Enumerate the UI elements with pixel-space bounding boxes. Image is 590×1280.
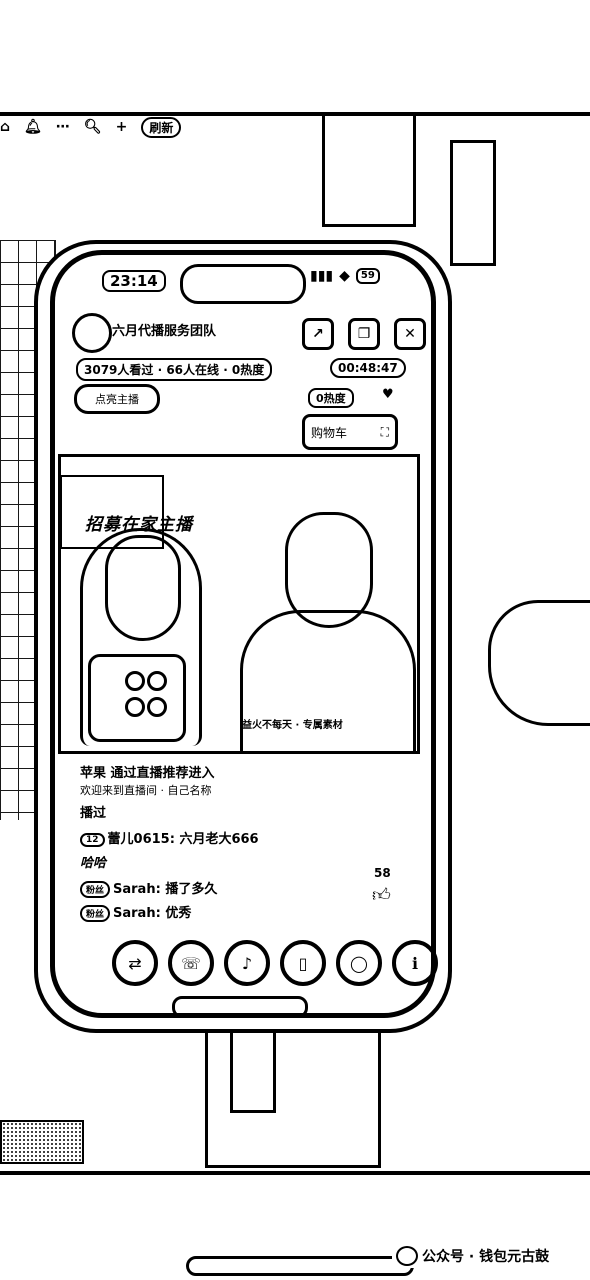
status-icons: ▮▮▮ ◆ 59 — [310, 268, 380, 284]
signal-icon: ▮▮▮ — [310, 268, 334, 284]
host-name[interactable]: 六月代播服务团队 — [112, 320, 216, 339]
user-icon: ⌂ — [0, 119, 11, 135]
cart-button[interactable]: 购物车 ⛶ — [302, 414, 398, 450]
camera-icon[interactable]: ◯ — [336, 940, 382, 986]
more-icon: ⋯ — [55, 119, 70, 135]
camera-lens-icon — [147, 671, 167, 691]
dynamic-island — [180, 264, 306, 304]
share-icon[interactable]: ↗ — [302, 318, 334, 350]
phone-icon[interactable]: ☏ — [168, 940, 214, 986]
comment-item: 欢迎来到直播间 · 自己名称 — [80, 784, 212, 797]
thumbs-up-icon[interactable]: 👍︎ — [372, 884, 391, 906]
info-icon[interactable]: ℹ — [392, 940, 438, 986]
comment-item: 粉丝 Sarah: 播了多久 — [80, 878, 217, 898]
like-count: 58 — [374, 866, 391, 880]
comment-text: 优秀 — [165, 906, 192, 921]
plus-icon: + — [115, 119, 128, 135]
comment-user: Sarah — [113, 882, 156, 897]
stand-cable — [230, 1030, 276, 1113]
person-right-body — [240, 610, 416, 753]
window-icon[interactable]: ❐ — [348, 318, 380, 350]
wall-block — [322, 114, 416, 227]
status-time: 23:14 — [102, 270, 166, 292]
comment-user: Sarah — [113, 906, 156, 921]
hand-shape — [488, 600, 590, 726]
battery-icon: 59 — [355, 268, 380, 284]
video-caption: 益火不每天 · 专属素材 — [242, 720, 343, 731]
music-icon[interactable]: ♪ — [224, 940, 270, 986]
comment-item: 12 蕾儿0615: 六月老大666 — [80, 828, 259, 847]
wechat-icon — [396, 1246, 418, 1266]
comment-user: 蕾儿0615 — [107, 832, 170, 847]
scroll-indicator[interactable] — [186, 1256, 414, 1276]
comment-text: 播了多久 — [165, 882, 218, 897]
footer-text: 公众号 · 钱包元古鼓 — [422, 1249, 550, 1265]
heat-badge: 0热度 — [308, 388, 354, 408]
video-title-overlay: 招募在家主播 — [85, 515, 193, 535]
cart-label: 购物车 — [311, 425, 348, 440]
follow-button[interactable]: 点亮主播 — [74, 384, 160, 414]
host-avatar[interactable] — [72, 313, 112, 353]
footer-credit: 公众号 · 钱包元古鼓 — [392, 1244, 554, 1268]
held-phone — [88, 654, 186, 742]
person-right-face — [285, 512, 373, 628]
desk-mat — [0, 1120, 84, 1164]
wifi-icon: ◆ — [339, 268, 350, 284]
clipboard-icon[interactable]: ▯ — [280, 940, 326, 986]
comment-item: 粉丝 Sarah: 优秀 — [80, 902, 191, 922]
wall-block-2 — [450, 140, 496, 266]
comment-item: 哈哈 — [80, 856, 107, 871]
bell-icon: 🔔︎ — [24, 119, 42, 135]
comment-item: 苹果 通过直播推荐进入 — [80, 766, 215, 781]
camera-lens-icon — [125, 671, 145, 691]
close-icon[interactable]: ✕ — [394, 318, 426, 350]
person-left-face — [105, 535, 181, 641]
home-indicator[interactable] — [172, 996, 308, 1018]
fan-badge: 粉丝 — [80, 881, 111, 898]
share-icon[interactable]: ⇄ — [112, 940, 158, 986]
live-timer: 00:48:47 — [330, 358, 406, 378]
cart-icon: ⛶ — [380, 424, 389, 439]
fan-badge: 粉丝 — [80, 905, 111, 922]
camera-lens-icon — [147, 697, 167, 717]
search-icon: 🔍︎ — [83, 119, 102, 135]
level-badge: 12 — [80, 832, 105, 847]
camera-lens-icon — [125, 697, 145, 717]
comment-item: 播过 — [80, 806, 107, 821]
heart-icon[interactable]: ♥ — [382, 387, 394, 402]
top-actions: ↗ ❐ ✕ — [302, 318, 426, 350]
refresh-pill: 刷新 — [141, 116, 182, 138]
comment-text: 六月老大666 — [179, 832, 259, 847]
bottom-action-bar: ⇄ ☏ ♪ ▯ ◯ ℹ — [112, 940, 438, 986]
live-stats: 3079人看过 · 66人在线 · 0热度 — [76, 358, 273, 381]
